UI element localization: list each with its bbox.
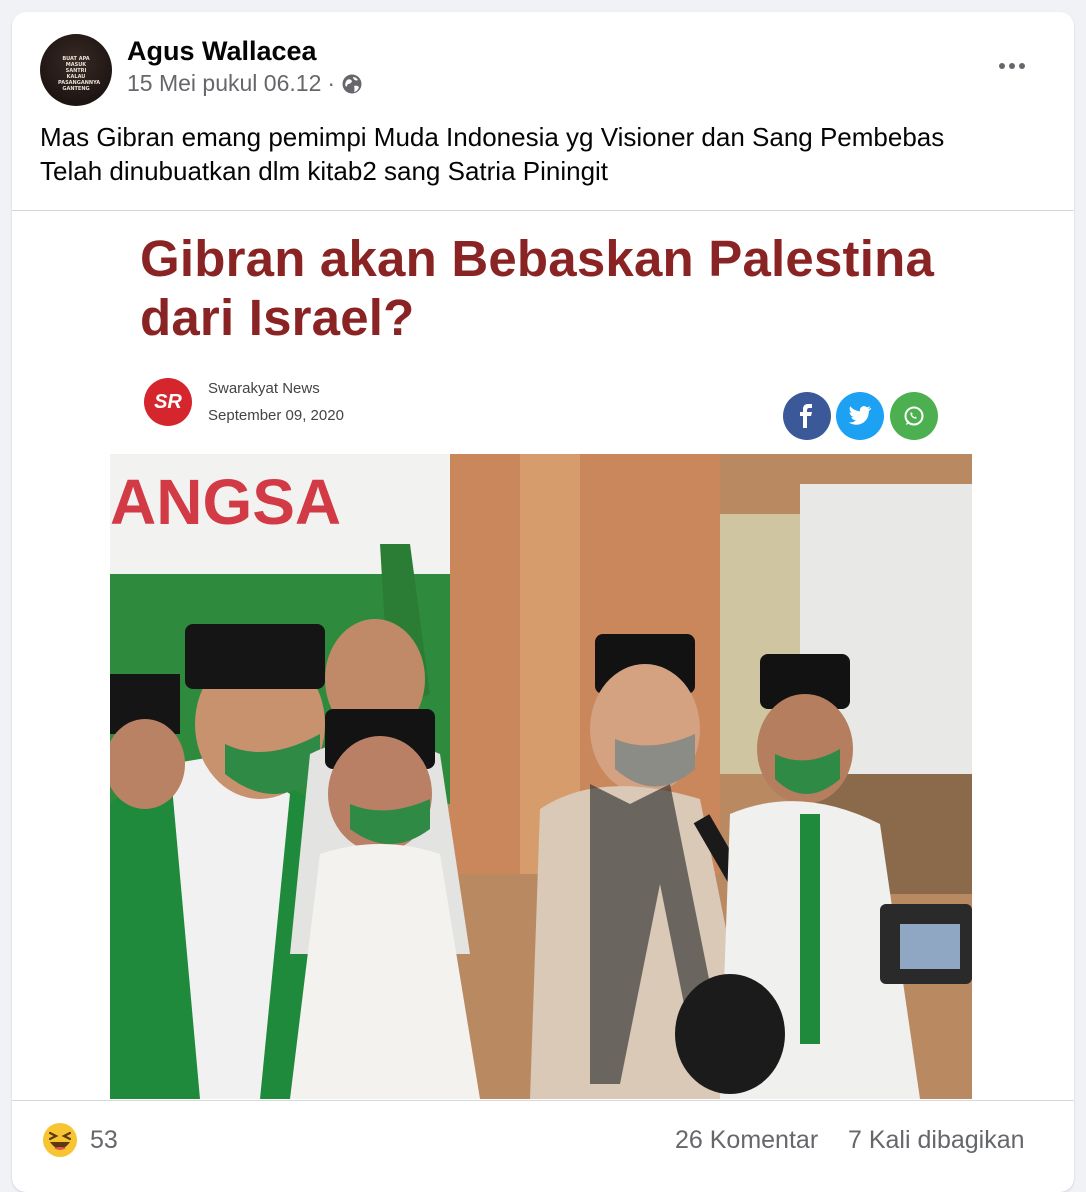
source-logo: SR bbox=[144, 378, 192, 426]
meta-separator: · bbox=[327, 70, 336, 96]
comments-count[interactable]: 26 Komentar bbox=[675, 1126, 818, 1155]
article-headline: Gibran akan Bebaskan Palestina dari Isra… bbox=[140, 229, 940, 347]
twitter-icon bbox=[836, 392, 884, 440]
divider bbox=[12, 1100, 1074, 1101]
post-timestamp[interactable]: 15 Mei pukul 06.12 bbox=[127, 70, 321, 97]
author-name[interactable]: Agus Wallacea bbox=[127, 36, 317, 67]
more-dot bbox=[1009, 63, 1015, 69]
post-meta: 15 Mei pukul 06.12 · bbox=[127, 70, 363, 97]
post-text: Mas Gibran emang pemimpi Muda Indonesia … bbox=[40, 120, 1040, 188]
source-date: September 09, 2020 bbox=[208, 407, 344, 424]
author-avatar[interactable]: BUAT APA MASUK SANTRI KALAU PASANGANNYA … bbox=[40, 34, 112, 106]
more-dot bbox=[999, 63, 1005, 69]
globe-icon[interactable] bbox=[341, 73, 363, 95]
more-options-button[interactable] bbox=[988, 50, 1036, 82]
post-text-line: Telah dinubuatkan dlm kitab2 sang Satria… bbox=[40, 156, 609, 186]
facebook-icon bbox=[783, 392, 831, 440]
source-name: Swarakyat News bbox=[208, 380, 320, 397]
whatsapp-icon bbox=[890, 392, 938, 440]
shared-image[interactable]: Gibran akan Bebaskan Palestina dari Isra… bbox=[12, 212, 1074, 1100]
post-text-line: Mas Gibran emang pemimpi Muda Indonesia … bbox=[40, 122, 945, 152]
post-stats: 53 26 Komentar 7 Kali dibagikan bbox=[12, 1110, 1074, 1170]
headline-line: dari Israel? bbox=[140, 289, 415, 346]
divider bbox=[12, 210, 1074, 211]
headline-line: Gibran akan Bebaskan Palestina bbox=[140, 230, 935, 287]
reaction-count[interactable]: 53 bbox=[90, 1126, 118, 1155]
avatar-shirt-text: BUAT APA MASUK SANTRI KALAU PASANGANNYA … bbox=[58, 56, 101, 92]
article-photo-illustration: ANGSA bbox=[105, 454, 972, 1099]
more-dot bbox=[1019, 63, 1025, 69]
shares-count[interactable]: 7 Kali dibagikan bbox=[848, 1126, 1025, 1155]
article-photo: ANGSA bbox=[105, 454, 972, 1099]
post-card: BUAT APA MASUK SANTRI KALAU PASANGANNYA … bbox=[12, 12, 1074, 1192]
haha-emoji-icon[interactable] bbox=[42, 1122, 78, 1158]
banner-text: ANGSA bbox=[110, 466, 341, 538]
